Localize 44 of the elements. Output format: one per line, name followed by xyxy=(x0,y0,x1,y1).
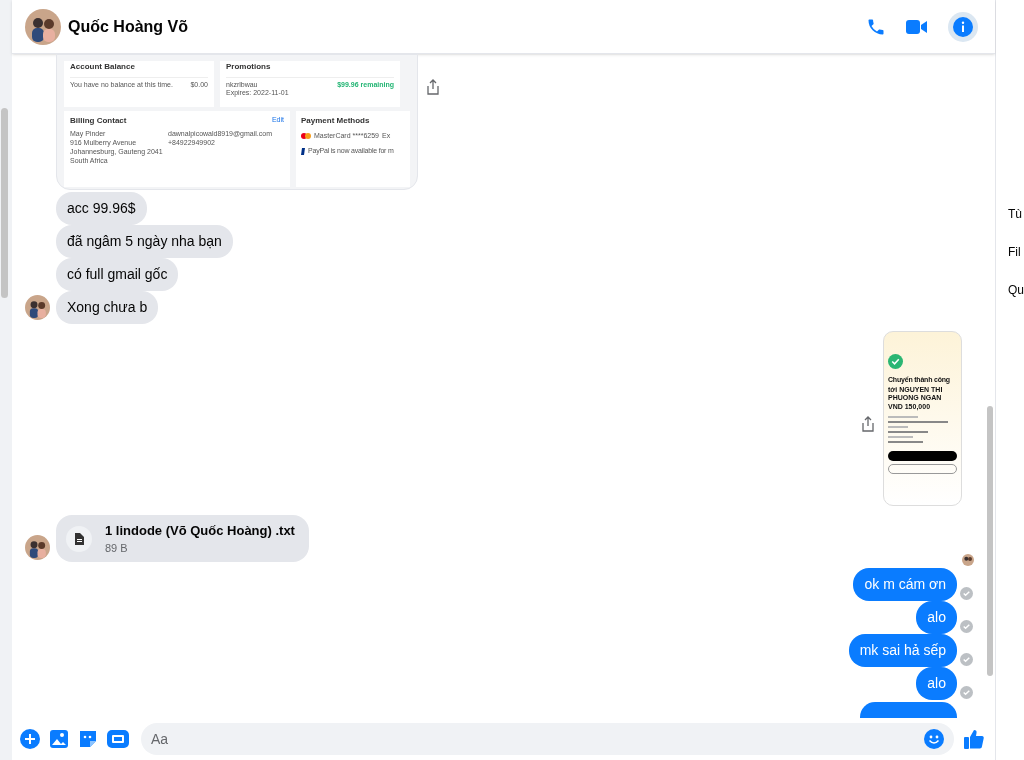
card-logo-icon xyxy=(301,133,311,140)
primary-button xyxy=(888,451,957,462)
message-bubble: alo xyxy=(916,667,957,700)
message-bubble: Xong chưa b xyxy=(56,290,159,324)
check-circle-icon xyxy=(888,354,903,369)
share-icon[interactable] xyxy=(426,79,440,95)
file-attachment[interactable]: 1 lindode (Võ Quốc Hoàng) .txt 89 B xyxy=(56,515,309,562)
billing-screenshot[interactable] xyxy=(56,54,418,190)
section-title: Billing Contact xyxy=(70,116,127,126)
message-bubble: alo xyxy=(916,601,957,634)
avatar-icon[interactable] xyxy=(25,8,61,45)
scrollbar[interactable] xyxy=(987,406,993,676)
section-title: Promotions xyxy=(226,62,272,72)
gif-icon[interactable] xyxy=(107,729,129,749)
file-name: 1 lindode (Võ Quốc Hoàng) .txt xyxy=(105,521,295,540)
message-field[interactable]: Aa xyxy=(141,723,954,755)
scrollbar[interactable] xyxy=(1,108,8,298)
section-title: Account Balance xyxy=(70,62,136,72)
video-camera-icon[interactable] xyxy=(906,17,928,36)
document-icon xyxy=(66,525,92,552)
message-input[interactable]: Aa xyxy=(151,725,924,753)
file-size: 89 B xyxy=(105,541,129,556)
side-panel-item[interactable]: Tù xyxy=(1008,205,1024,223)
info-icon xyxy=(953,16,973,37)
plus-icon[interactable] xyxy=(20,729,40,749)
info-button[interactable] xyxy=(948,11,978,42)
avatar-icon xyxy=(962,554,974,566)
side-panel-item[interactable]: Qu xyxy=(1008,281,1024,299)
avatar-icon[interactable] xyxy=(25,535,50,560)
message-bubble: đã ngâm 5 ngày nha bạn xyxy=(56,224,233,258)
message-bubble: có full gmail gốc xyxy=(56,257,179,291)
section-title: Payment Methods xyxy=(301,116,371,126)
thumbs-up-icon[interactable] xyxy=(963,728,985,750)
sticker-icon[interactable] xyxy=(78,729,98,749)
emoji-icon[interactable] xyxy=(924,729,944,749)
contact-name[interactable]: Quốc Hoàng Võ xyxy=(68,14,188,39)
side-panel-item[interactable]: Fil xyxy=(1008,243,1024,261)
image-icon[interactable] xyxy=(49,729,69,749)
message-bubble: ok m cám ơn xyxy=(853,568,957,601)
avatar-icon[interactable] xyxy=(25,294,50,320)
share-icon[interactable] xyxy=(861,415,875,432)
message-bubble: mk sai hả sếp xyxy=(848,634,957,667)
paypal-icon xyxy=(301,147,306,155)
message-bubble: acc 99.96$ xyxy=(56,191,147,225)
